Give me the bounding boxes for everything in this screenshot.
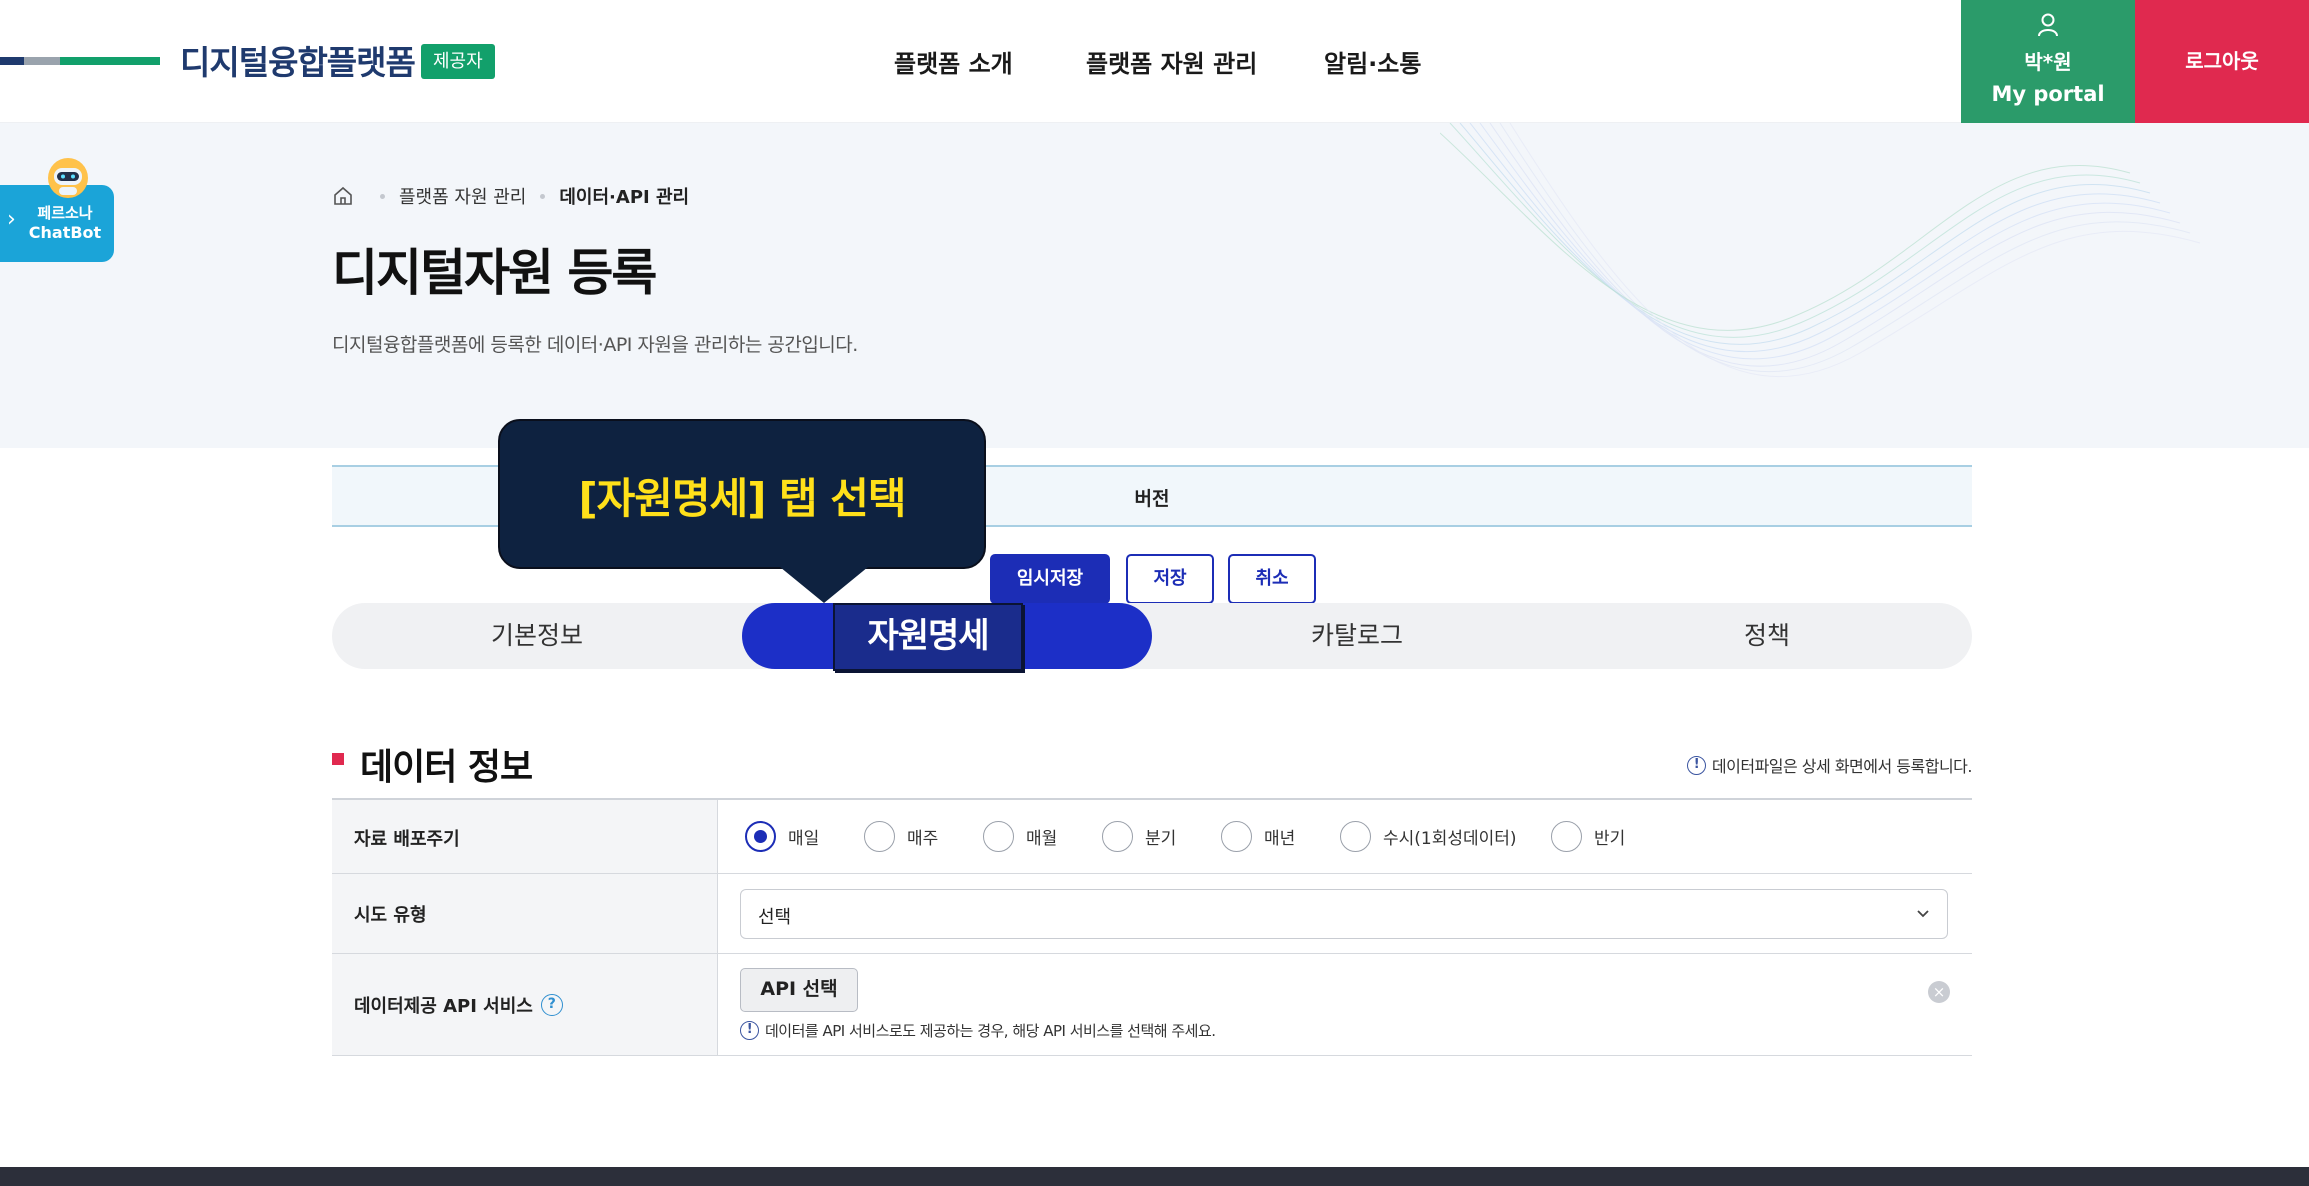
- callout-pointer: [780, 567, 868, 603]
- logout-button[interactable]: 로그아웃: [2135, 0, 2309, 123]
- form-row-api: 데이터제공 API 서비스 ? API 선택 ! 데이터를 API 서비스로도 …: [332, 954, 1972, 1056]
- form-label-cell: 시도 유형: [332, 874, 718, 953]
- radio-label: 매월: [1026, 829, 1058, 849]
- hero-wave-decoration: [1440, 123, 2201, 378]
- radio-weekly[interactable]: 매주: [864, 821, 938, 852]
- radio-label: 매주: [907, 829, 939, 849]
- footer: [0, 1167, 2309, 1186]
- cancel-button[interactable]: 취소: [1228, 554, 1316, 604]
- tutorial-callout: [자원명세] 탭 선택: [498, 419, 986, 569]
- callout-text: [자원명세] 탭 선택: [578, 474, 906, 523]
- chevron-down-icon: [1917, 910, 1929, 918]
- clear-icon[interactable]: ×: [1928, 981, 1950, 1003]
- section-note: ! 데이터파일은 상세 화면에서 등록합니다.: [1686, 753, 1973, 777]
- radio-unchecked-icon: [1340, 821, 1371, 852]
- section-note-text: 데이터파일은 상세 화면에서 등록합니다.: [1711, 757, 1973, 776]
- site-header: 디지털융합플랫폼 제공자 플랫폼 소개 플랫폼 자원 관리 알림·소통 박*원 …: [0, 0, 2309, 123]
- breadcrumb-separator: [380, 193, 385, 199]
- radio-adhoc[interactable]: 수시(1회성데이터): [1340, 821, 1517, 852]
- chatbot-label-persona: 페르소나: [37, 204, 93, 222]
- radio-unchecked-icon: [864, 821, 895, 852]
- nav-resource-management[interactable]: 플랫폼 자원 관리: [1086, 44, 1257, 79]
- radio-monthly[interactable]: 매월: [983, 821, 1057, 852]
- tab-resource-spec[interactable]: [742, 603, 1152, 669]
- radio-unchecked-icon: [1221, 821, 1252, 852]
- page-description: 디지털융합플랫폼에 등록한 데이터·API 자원을 관리하는 공간입니다.: [332, 334, 858, 356]
- form-row-region: 시도 유형 선택: [332, 874, 1972, 954]
- page-hero: 플랫폼 자원 관리 데이터·API 관리 디지털자원 등록 디지털융합플랫폼에 …: [0, 123, 2309, 448]
- radio-label: 매일: [788, 829, 820, 849]
- role-badge: 제공자: [421, 44, 495, 79]
- radio-daily[interactable]: 매일: [745, 821, 819, 852]
- logo-stripes: [0, 57, 160, 65]
- radio-unchecked-icon: [983, 821, 1014, 852]
- form-label-cell: 데이터제공 API 서비스 ?: [332, 954, 718, 1055]
- data-info-form: 자료 배포주기 매일 매주 매월 분기 매년 수시(1회성데이터) 반기 시도 …: [332, 798, 1972, 1056]
- radio-checked-icon: [745, 821, 776, 852]
- radio-unchecked-icon: [1102, 821, 1133, 852]
- home-icon[interactable]: [332, 185, 354, 207]
- chatbot-label-chatbot: ChatBot: [28, 223, 102, 242]
- my-portal-label: My portal: [1991, 82, 2105, 106]
- section-title: 데이터 정보: [360, 747, 533, 788]
- tab-policy[interactable]: 정책: [1562, 603, 1972, 669]
- radio-label: 분기: [1145, 829, 1177, 849]
- step-tabs: 기본정보 카탈로그 정책: [332, 603, 1972, 669]
- help-icon[interactable]: ?: [540, 994, 563, 1016]
- chevron-right-icon: ›: [7, 207, 16, 232]
- radio-label: 수시(1회성데이터): [1383, 829, 1517, 849]
- info-icon: !: [740, 1021, 759, 1040]
- region-select[interactable]: 선택: [740, 889, 1948, 939]
- user-icon: [2038, 13, 2058, 37]
- api-help-text: 데이터를 API 서비스로도 제공하는 경우, 해당 API 서비스를 선택해 …: [765, 1022, 1216, 1040]
- tab-basic-info[interactable]: 기본정보: [332, 603, 742, 669]
- api-label: 데이터제공 API 서비스: [354, 996, 533, 1017]
- radio-yearly[interactable]: 매년: [1221, 821, 1295, 852]
- api-select-button[interactable]: API 선택: [740, 968, 858, 1012]
- region-select-value: 선택: [758, 907, 792, 928]
- my-portal-button[interactable]: 박*원 My portal: [1961, 0, 2135, 123]
- tab-catalog[interactable]: 카탈로그: [1152, 603, 1562, 669]
- breadcrumb-separator: [540, 193, 546, 199]
- temp-save-button[interactable]: 임시저장: [990, 554, 1110, 604]
- api-label-wrap: 데이터제공 API 서비스 ?: [354, 992, 563, 1018]
- breadcrumb-item-resource[interactable]: 플랫폼 자원 관리: [399, 183, 526, 209]
- nav-platform-intro[interactable]: 플랫폼 소개: [894, 44, 1013, 79]
- user-name: 박*원: [2024, 50, 2072, 74]
- breadcrumb-item-current: 데이터·API 관리: [559, 187, 690, 208]
- save-button[interactable]: 저장: [1126, 554, 1214, 604]
- form-row-cycle: 자료 배포주기 매일 매주 매월 분기 매년 수시(1회성데이터) 반기: [332, 800, 1972, 874]
- radio-label: 반기: [1594, 829, 1626, 849]
- section-marker: [332, 753, 344, 765]
- api-help: ! 데이터를 API 서비스로도 제공하는 경우, 해당 API 서비스를 선택…: [740, 1020, 1216, 1041]
- cycle-label: 자료 배포주기: [354, 829, 460, 850]
- radio-label: 매년: [1264, 829, 1296, 849]
- info-icon: !: [1686, 755, 1706, 775]
- radio-unchecked-icon: [1551, 821, 1582, 852]
- radio-quarterly[interactable]: 분기: [1102, 821, 1176, 852]
- page-title: 디지털자원 등록: [332, 244, 657, 302]
- form-label-cell: 자료 배포주기: [332, 800, 718, 873]
- radio-semiannual[interactable]: 반기: [1551, 821, 1625, 852]
- breadcrumb: 플랫폼 자원 관리 데이터·API 관리: [332, 183, 689, 209]
- region-label: 시도 유형: [354, 905, 427, 926]
- nav-notice-communication[interactable]: 알림·소통: [1324, 44, 1421, 79]
- chatbot-robot-icon: [48, 158, 88, 198]
- site-logo[interactable]: 디지털융합플랫폼: [180, 36, 416, 84]
